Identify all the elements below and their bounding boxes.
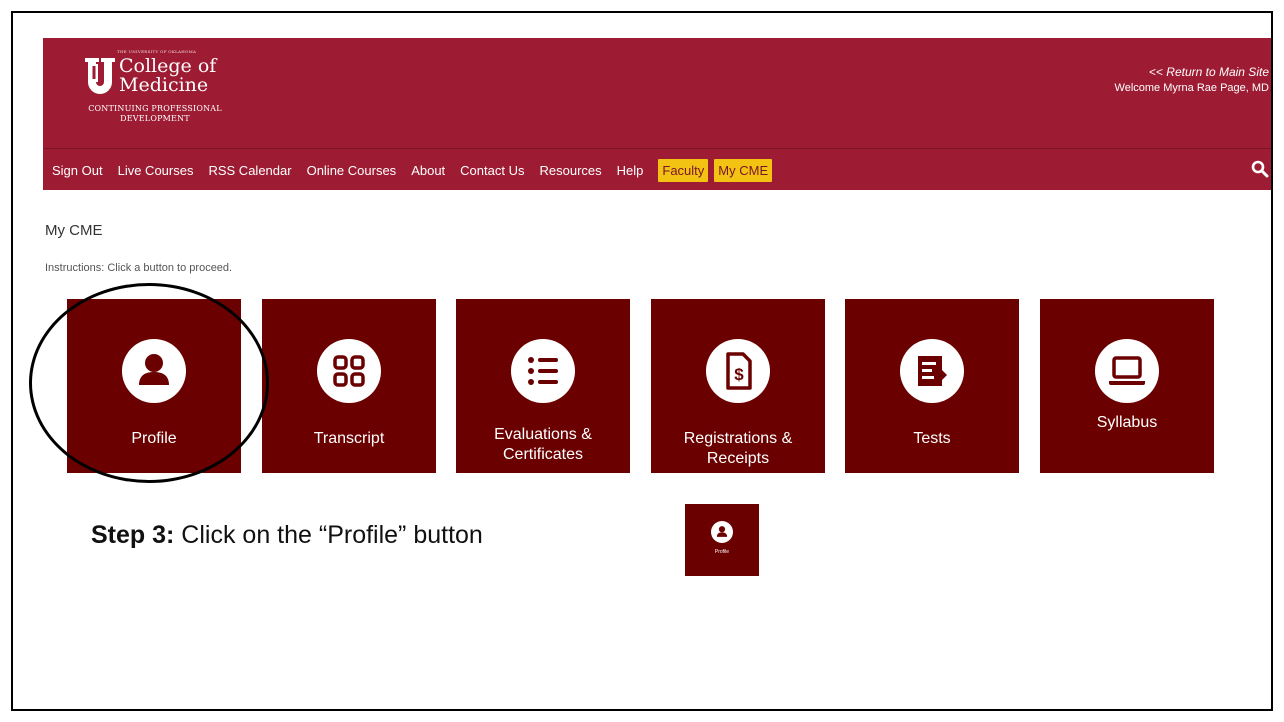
grid-icon (317, 339, 381, 403)
receipt-dollar-icon: $ (706, 339, 770, 403)
step-description: Click on the “Profile” button (174, 521, 483, 549)
welcome-text: Welcome Myrna Rae Page, MD (1114, 82, 1269, 94)
profile-button[interactable]: Profile (67, 299, 241, 473)
nav-faculty[interactable]: Faculty (658, 158, 709, 182)
user-icon (122, 339, 186, 403)
site-header: THE UNIVERSITY OF OKLAHOMA College of Me… (43, 38, 1271, 190)
nav-live-courses[interactable]: Live Courses (118, 163, 194, 178)
nav-online-courses[interactable]: Online Courses (307, 163, 397, 178)
nav-about[interactable]: About (411, 163, 445, 178)
nav-help[interactable]: Help (617, 163, 644, 178)
tests-label: Tests (913, 430, 951, 447)
list-icon (511, 339, 575, 403)
evaluations-label-line1: Evaluations & (494, 426, 592, 443)
nav-resources[interactable]: Resources (539, 163, 601, 178)
evaluations-certificates-button[interactable]: Evaluations & Certificates (456, 299, 630, 473)
instructions-text: Instructions: Click a button to proceed. (45, 262, 233, 274)
site-logo[interactable]: THE UNIVERSITY OF OKLAHOMA College of Me… (55, 48, 255, 133)
test-document-icon (900, 339, 964, 403)
nav-rss-calendar[interactable]: RSS Calendar (208, 163, 291, 178)
tests-button[interactable]: Tests (845, 299, 1019, 473)
nav-sign-out[interactable]: Sign Out (52, 163, 103, 178)
profile-label: Profile (131, 430, 177, 447)
profile-button-preview: Profile (685, 504, 759, 576)
page-title: My CME (45, 222, 103, 239)
registrations-label-line2: Receipts (706, 450, 770, 467)
transcript-button[interactable]: Transcript (262, 299, 436, 473)
syllabus-label: Syllabus (1096, 414, 1158, 431)
registrations-receipts-button[interactable]: $ Registrations & Receipts (651, 299, 825, 473)
main-nav: Sign Out Live Courses RSS Calendar Onlin… (43, 150, 1271, 190)
nav-divider (43, 148, 1271, 149)
nav-contact-us[interactable]: Contact Us (460, 163, 524, 178)
logo-cpd-line2: DEVELOPMENT (120, 114, 190, 123)
evaluations-label-line2: Certificates (502, 446, 584, 463)
return-to-main-site-link[interactable]: << Return to Main Site (1115, 64, 1269, 80)
laptop-icon (1095, 339, 1159, 403)
slide-frame: THE UNIVERSITY OF OKLAHOMA College of Me… (11, 11, 1273, 711)
syllabus-button[interactable]: Syllabus (1040, 299, 1214, 473)
user-icon (711, 521, 733, 543)
svg-text:$: $ (734, 365, 744, 384)
nav-my-cme[interactable]: My CME (714, 158, 773, 182)
logo-medicine-text: Medicine (119, 74, 209, 96)
logo-college-text: College of (119, 55, 217, 77)
step-number: Step 3: (91, 521, 175, 549)
step-instruction: Step 3: Click on the “Profile” button (91, 521, 483, 550)
header-user-area: << Return to Main Site Welcome Myrna Rae… (1115, 64, 1269, 96)
profile-preview-label: Profile (714, 549, 730, 555)
registrations-label-line1: Registrations & (683, 430, 793, 447)
transcript-label: Transcript (313, 430, 385, 447)
logo-cpd-line1: CONTINUING PROFESSIONAL (88, 104, 222, 113)
search-icon[interactable] (1251, 160, 1269, 178)
ou-logo-icon (85, 58, 115, 94)
